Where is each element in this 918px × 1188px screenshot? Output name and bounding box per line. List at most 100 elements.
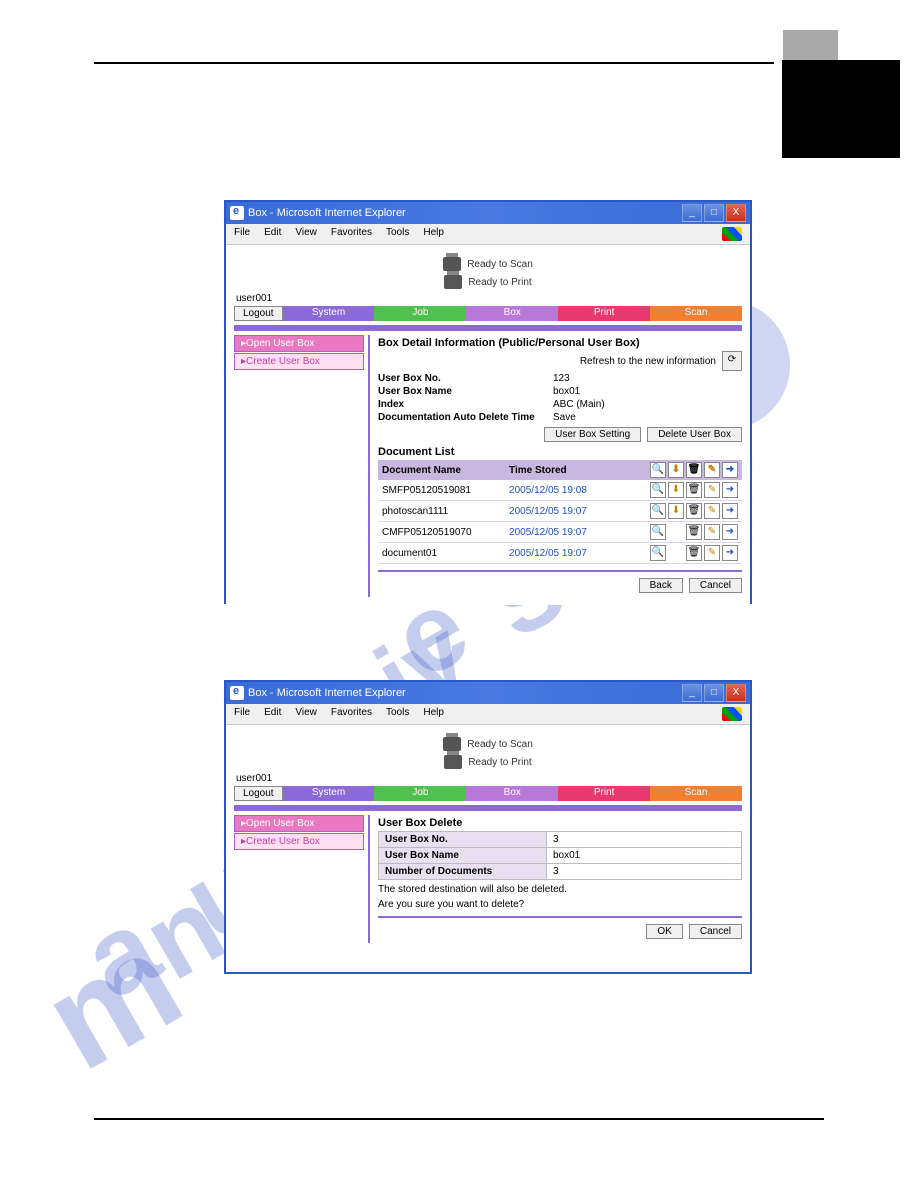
printer-icon [444, 275, 462, 289]
table-row: document01 2005/12/05 19:07 🔍 ⬇ 🗑 ✎ ➜ [378, 543, 742, 564]
cancel-button[interactable]: Cancel [689, 578, 742, 593]
edit-icon[interactable]: ✎ [704, 482, 720, 498]
doc-name: SMFP05120519081 [378, 480, 505, 501]
menu-help[interactable]: Help [423, 707, 444, 721]
close-button[interactable]: X [726, 684, 746, 702]
user-label: user001 [236, 293, 742, 304]
send-icon[interactable]: ➜ [722, 482, 738, 498]
tab-print[interactable]: Print [558, 306, 650, 321]
menu-help[interactable]: Help [423, 227, 444, 241]
menu-file[interactable]: File [234, 707, 250, 721]
status-scan-text: Ready to Scan [467, 739, 533, 750]
status-print-row: Ready to Print [234, 275, 742, 289]
header-black-block [782, 60, 900, 158]
view-icon[interactable]: 🔍 [650, 482, 666, 498]
trash-icon[interactable]: 🗑 [686, 524, 702, 540]
menu-edit[interactable]: Edit [264, 707, 281, 721]
maximize-button[interactable]: □ [704, 204, 724, 222]
send-icon[interactable]: ➜ [722, 545, 738, 561]
trash-icon[interactable]: 🗑 [686, 482, 702, 498]
ie-icon [230, 206, 244, 220]
tab-print[interactable]: Print [558, 786, 650, 801]
windows-flag-icon [722, 707, 742, 721]
menu-file[interactable]: File [234, 227, 250, 241]
content-area: Ready to Scan Ready to Print user001 Log… [226, 245, 750, 605]
del-no-label: User Box No. [379, 832, 547, 848]
tab-job[interactable]: Job [374, 306, 466, 321]
purple-divider [378, 916, 742, 918]
panel-title: Box Detail Information (Public/Personal … [378, 337, 742, 349]
edit-icon[interactable]: ✎ [704, 524, 720, 540]
th-document-name: Document Name [378, 460, 505, 480]
menu-favorites[interactable]: Favorites [331, 707, 372, 721]
download-icon[interactable]: ⬇ [668, 503, 684, 519]
trash-icon[interactable]: 🗑 [686, 545, 702, 561]
logout-button[interactable]: Logout [234, 786, 283, 801]
download-icon[interactable]: ⬇ [668, 482, 684, 498]
doc-time: 2005/12/05 19:07 [505, 543, 617, 564]
tab-scan[interactable]: Scan [650, 786, 742, 801]
document-page: c s e iv h ls a u n a m Box - Microsoft … [0, 0, 918, 1188]
minimize-button[interactable]: _ [682, 204, 702, 222]
view-icon[interactable]: 🔍 [650, 462, 666, 478]
tab-scan[interactable]: Scan [650, 306, 742, 321]
cancel-button[interactable]: Cancel [689, 924, 742, 939]
tab-job[interactable]: Job [374, 786, 466, 801]
menu-favorites[interactable]: Favorites [331, 227, 372, 241]
download-icon[interactable]: ⬇ [668, 462, 684, 478]
sidebar-open-user-box[interactable]: ▸Open User Box [234, 335, 364, 352]
view-icon[interactable]: 🔍 [650, 545, 666, 561]
close-button[interactable]: X [726, 204, 746, 222]
body-layout: ▸Open User Box ▸Create User Box User Box… [234, 815, 742, 943]
logout-button[interactable]: Logout [234, 306, 283, 321]
tab-box[interactable]: Box [466, 786, 558, 801]
scanner-icon [443, 737, 461, 751]
delete-warning-2: Are you sure you want to delete? [378, 899, 742, 910]
menubar: File Edit View Favorites Tools Help [226, 704, 750, 725]
edit-icon[interactable]: ✎ [704, 503, 720, 519]
table-row: photoscan1111 2005/12/05 19:07 🔍 ⬇ 🗑 ✎ ➜ [378, 501, 742, 522]
trash-icon[interactable]: 🗑 [686, 503, 702, 519]
window-title: Box - Microsoft Internet Explorer [248, 687, 406, 699]
menu-edit[interactable]: Edit [264, 227, 281, 241]
send-icon[interactable]: ➜ [722, 524, 738, 540]
field-name-label: User Box Name [378, 386, 553, 397]
field-auto-label: Documentation Auto Delete Time [378, 412, 553, 423]
ok-button[interactable]: OK [646, 924, 682, 939]
menubar: File Edit View Favorites Tools Help [226, 224, 750, 245]
edit-icon[interactable]: ✎ [704, 462, 720, 478]
back-button[interactable]: Back [639, 578, 683, 593]
sidebar-create-user-box[interactable]: ▸Create User Box [234, 353, 364, 370]
window-title: Box - Microsoft Internet Explorer [248, 207, 406, 219]
tab-system[interactable]: System [283, 306, 375, 321]
user-box-setting-button[interactable]: User Box Setting [544, 427, 641, 442]
menu-view[interactable]: View [295, 707, 317, 721]
edit-icon[interactable]: ✎ [704, 545, 720, 561]
tab-row: Logout System Job Box Print Scan [234, 786, 742, 801]
field-no-label: User Box No. [378, 373, 553, 384]
refresh-button[interactable]: ⟳ [722, 351, 742, 371]
menu-view[interactable]: View [295, 227, 317, 241]
tab-box[interactable]: Box [466, 306, 558, 321]
view-icon[interactable]: 🔍 [650, 503, 666, 519]
field-name-value: box01 [553, 386, 742, 397]
screenshot-box-detail: Box - Microsoft Internet Explorer _ □ X … [224, 200, 752, 604]
content-area: Ready to Scan Ready to Print user001 Log… [226, 725, 750, 951]
sidebar-create-user-box[interactable]: ▸Create User Box [234, 833, 364, 850]
minimize-button[interactable]: _ [682, 684, 702, 702]
send-icon[interactable]: ➜ [722, 462, 738, 478]
maximize-button[interactable]: □ [704, 684, 724, 702]
windows-flag-icon [722, 227, 742, 241]
menu-tools[interactable]: Tools [386, 227, 409, 241]
tab-system[interactable]: System [283, 786, 375, 801]
sidebar-open-user-box[interactable]: ▸Open User Box [234, 815, 364, 832]
menu-tools[interactable]: Tools [386, 707, 409, 721]
table-row: CMFP05120519070 2005/12/05 19:07 🔍 ⬇ 🗑 ✎… [378, 522, 742, 543]
trash-icon[interactable]: 🗑 [686, 462, 702, 478]
send-icon[interactable]: ➜ [722, 503, 738, 519]
view-icon[interactable]: 🔍 [650, 524, 666, 540]
th-time-stored: Time Stored [505, 460, 617, 480]
footer-rule [94, 1118, 824, 1120]
separator [234, 325, 742, 331]
delete-user-box-button[interactable]: Delete User Box [647, 427, 742, 442]
